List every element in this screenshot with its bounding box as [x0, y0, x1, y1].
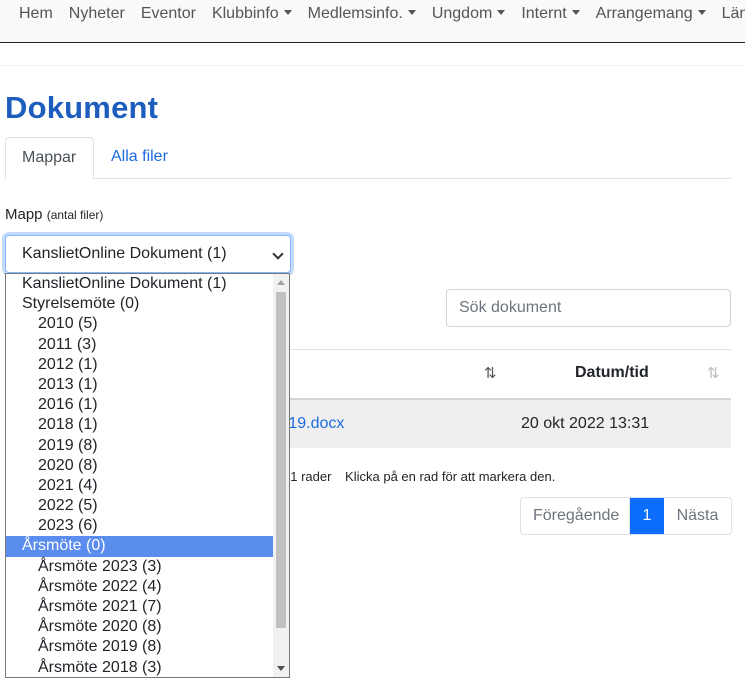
nav-item-ungdom[interactable]: Ungdom [431, 5, 506, 23]
pagination: Föregående 1 Nästa [520, 497, 732, 535]
scroll-up-icon[interactable] [277, 280, 285, 285]
scrollbar[interactable] [273, 274, 289, 677]
folder-option[interactable]: Årsmöte 2022 (4) [6, 577, 273, 597]
folder-option[interactable]: Årsmöte (0) [6, 536, 273, 557]
nav-item-label: Ungdom [431, 5, 493, 22]
caret-down-icon [571, 10, 580, 16]
folder-option[interactable]: 2019 (8) [6, 436, 273, 456]
tab-bar: Mappar Alla filer [5, 137, 731, 179]
folder-option[interactable]: 2020 (8) [6, 456, 273, 476]
chevron-down-icon [272, 248, 284, 260]
search-input[interactable] [446, 289, 731, 327]
nav-item-label: Län [721, 5, 745, 22]
folder-option[interactable]: Årsmöte 2018 (3) [6, 658, 273, 677]
nav-menu: Hem Nyheter Eventor Klubbinfo Medlemsinfo. Un… [0, 0, 745, 28]
folder-label: Mapp (antal filer) [5, 206, 103, 223]
nav-item-label: Arrangemang [595, 5, 693, 22]
folder-select[interactable]: KanslietOnline Dokument (1) [5, 235, 291, 273]
folder-option[interactable]: 2022 (5) [6, 496, 273, 516]
column-header-date[interactable]: Datum/tid [575, 364, 649, 382]
scrollbar-thumb[interactable] [276, 292, 286, 628]
caret-down-icon [497, 10, 506, 16]
folder-option[interactable]: 2011 (3) [6, 335, 273, 355]
folder-option[interactable]: 2018 (1) [6, 415, 273, 435]
file-link[interactable]: -19.docx [283, 415, 344, 433]
nav-item-label: Medlemsinfo. [307, 5, 403, 22]
folder-option[interactable]: Årsmöte 2021 (7) [6, 597, 273, 617]
next-page-button[interactable]: Nästa [664, 498, 731, 534]
file-date: 20 okt 2022 13:31 [521, 415, 650, 432]
folder-options: KanslietOnline Dokument (1) Styrelsemöte … [6, 274, 289, 677]
nav-item-label: Internt [521, 5, 567, 22]
folder-option[interactable]: KanslietOnline Dokument (1) [6, 274, 273, 294]
folder-dropdown-list[interactable]: KanslietOnline Dokument (1) Styrelsemöte … [5, 273, 290, 678]
sort-icon[interactable]: ⇅ [484, 364, 497, 382]
nav-item-eventor[interactable]: Eventor [141, 5, 196, 23]
folder-option[interactable]: Styrelsemöte (0) [6, 294, 273, 314]
nav-item-medlemsinfo[interactable]: Medlemsinfo. [308, 5, 416, 23]
folder-option[interactable]: Årsmöte 2019 (8) [6, 637, 273, 657]
folder-option[interactable]: 2023 (6) [6, 516, 273, 536]
nav-item-internt[interactable]: Internt [521, 5, 580, 23]
nav-item-län[interactable]: Län [722, 5, 745, 23]
select-hint: Klicka på en rad för att markera den. [345, 469, 556, 484]
folder-label-hint: (antal filer) [46, 208, 104, 222]
caret-down-icon [407, 10, 416, 16]
nav-item-label: Nyheter [68, 5, 125, 22]
nav-item-klubbinfo[interactable]: Klubbinfo [212, 5, 292, 23]
tab-alla-filer[interactable]: Alla filer [95, 137, 184, 179]
page-title: Dokument [5, 90, 159, 125]
nav-item-hem[interactable]: Hem [19, 5, 53, 23]
nav-item-nyheter[interactable]: Nyheter [69, 5, 125, 23]
row-count: t 1 rader [283, 469, 332, 484]
folder-option[interactable]: 2012 (1) [6, 355, 273, 375]
sort-icon[interactable]: ⇅ [707, 364, 720, 382]
folder-option[interactable]: Årsmöte 2023 (3) [6, 557, 273, 577]
nav-item-arrangemang[interactable]: Arrangemang [596, 5, 706, 23]
folder-option[interactable]: 2016 (1) [6, 395, 273, 415]
top-navbar: Hem Nyheter Eventor Klubbinfo Medlemsinfo. Un… [0, 0, 745, 43]
caret-down-icon [697, 10, 706, 16]
page-1-button[interactable]: 1 [630, 498, 664, 534]
folder-option[interactable]: Årsmöte 2020 (8) [6, 617, 273, 637]
nav-item-label: Klubbinfo [211, 5, 279, 22]
folder-option[interactable]: 2013 (1) [6, 375, 273, 395]
previous-page-button[interactable]: Föregående [521, 498, 630, 534]
scroll-down-icon[interactable] [277, 666, 285, 671]
folder-option[interactable]: 2021 (4) [6, 476, 273, 496]
table-info: t 1 rader Klicka på en rad för att marke… [283, 469, 555, 484]
divider [0, 65, 745, 66]
nav-item-label: Hem [19, 5, 53, 22]
folder-option[interactable]: 2010 (5) [6, 314, 273, 334]
folder-select-value: KanslietOnline Dokument (1) [22, 245, 227, 262]
folder-label-text: Mapp [5, 206, 43, 223]
tab-mappar[interactable]: Mappar [5, 137, 94, 179]
caret-down-icon [283, 10, 292, 16]
nav-item-label: Eventor [140, 5, 196, 22]
